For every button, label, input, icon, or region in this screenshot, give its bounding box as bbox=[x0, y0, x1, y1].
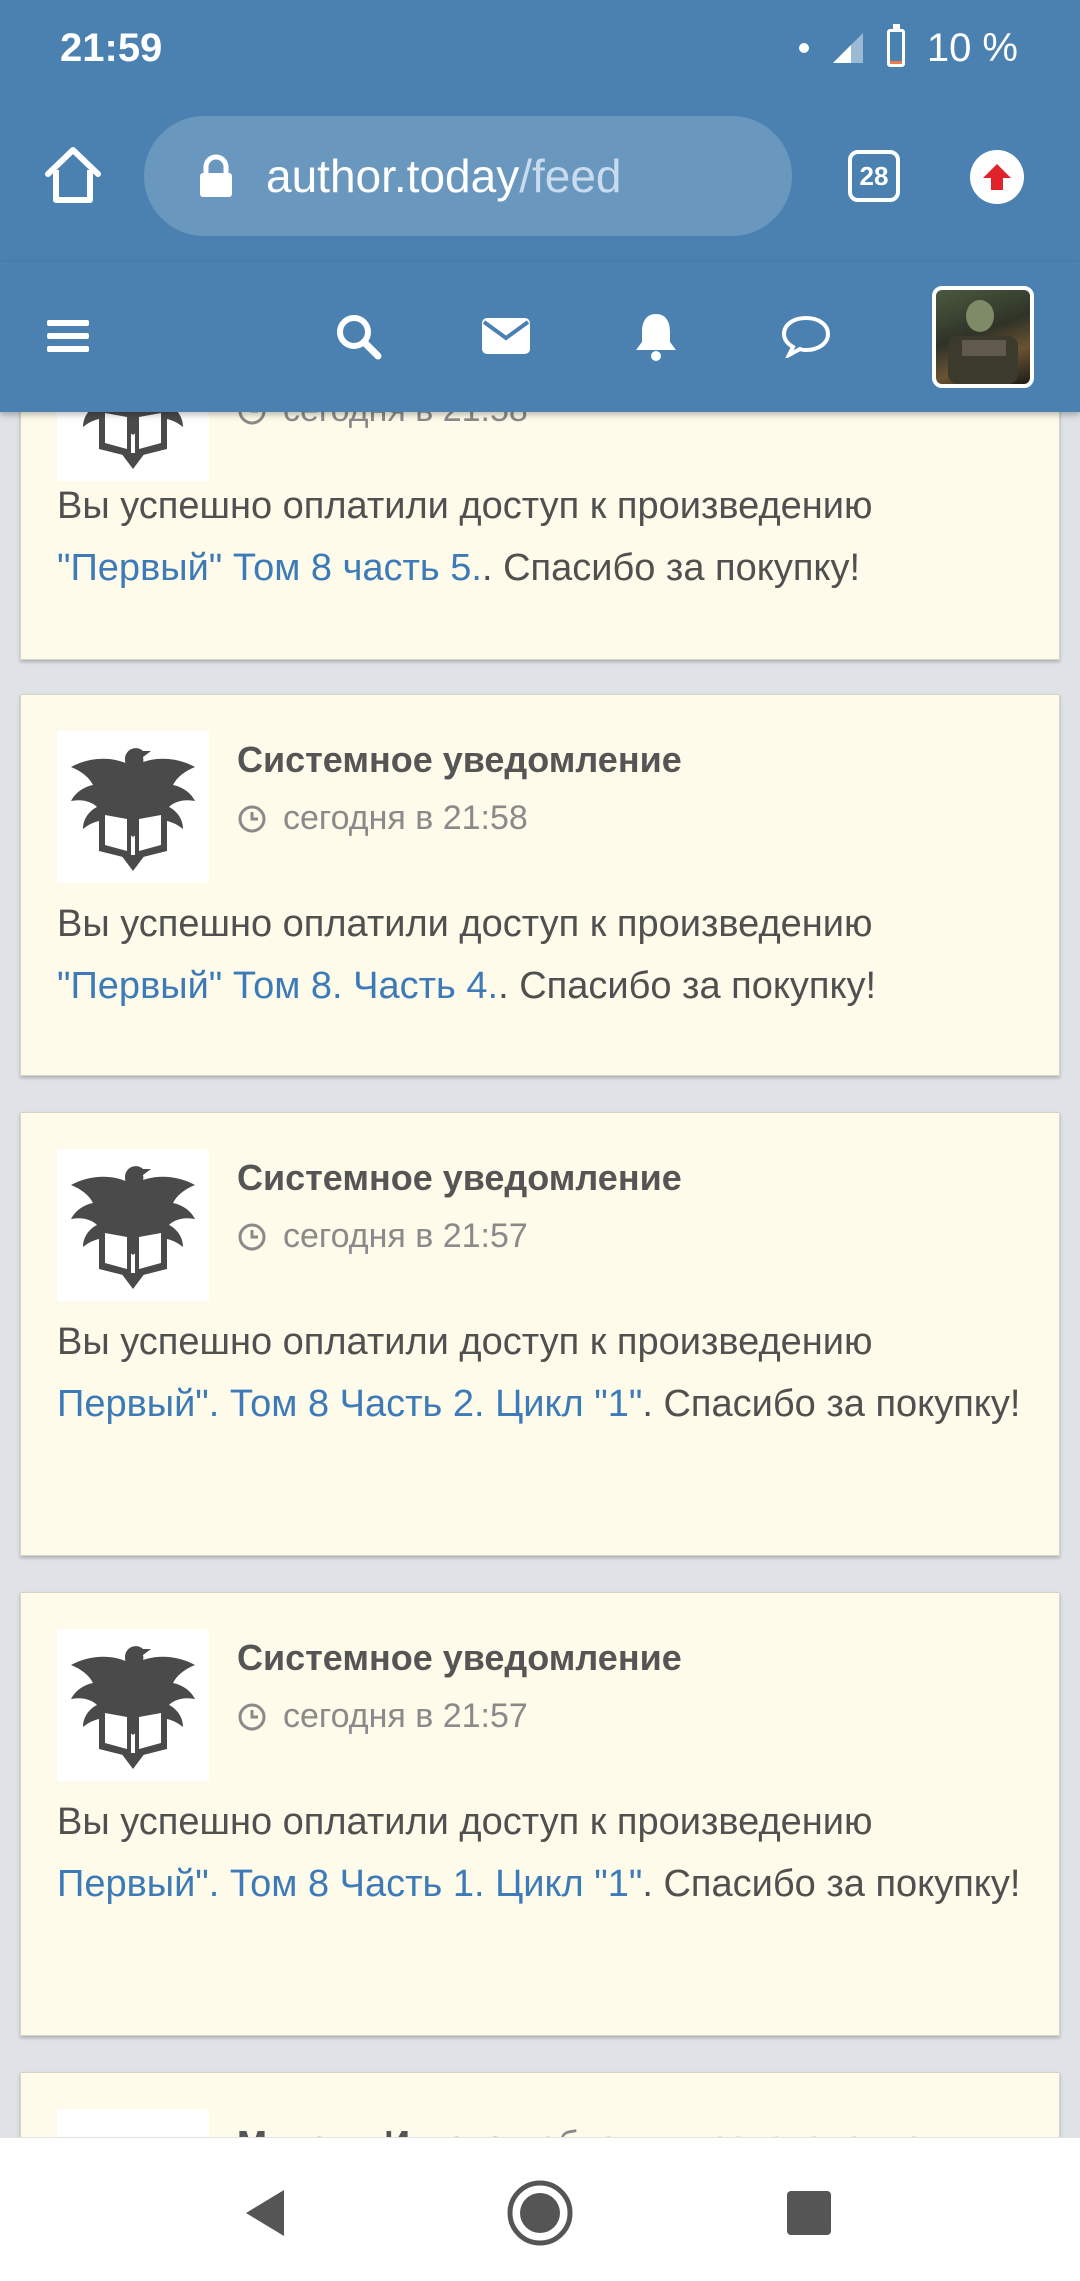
back-button[interactable] bbox=[230, 2178, 300, 2248]
work-link[interactable]: "Первый" Том 8 часть 5. bbox=[57, 547, 482, 589]
status-bar: 21:59 10 % bbox=[0, 0, 1080, 100]
mail-icon bbox=[482, 318, 530, 354]
card-author[interactable]: Михаил Игнатов обновил произведение bbox=[237, 2123, 924, 2137]
phoenix-book-logo bbox=[71, 412, 195, 469]
home-system-button[interactable] bbox=[505, 2178, 575, 2248]
card-body-prefix: Вы успешно оплатили доступ к произведени… bbox=[57, 1321, 873, 1363]
site-navbar bbox=[0, 262, 1080, 412]
card-time: сегодня в 21:57 bbox=[237, 1697, 528, 1736]
home-icon bbox=[45, 147, 101, 203]
system-avatar bbox=[57, 412, 209, 481]
url-host: author.today bbox=[266, 150, 520, 202]
system-nav-bar bbox=[0, 2137, 1080, 2281]
search-button[interactable] bbox=[328, 306, 388, 366]
feed: сегодня в 21:58 Вы успешно оплатили дост… bbox=[0, 412, 1080, 2137]
feed-card: Системное уведомление сегодня в 21:57 Вы… bbox=[20, 1112, 1060, 1556]
clock-icon bbox=[238, 805, 266, 832]
card-body-prefix: Вы успешно оплатили доступ к произведени… bbox=[57, 485, 873, 527]
card-body: Вы успешно оплатили доступ к произведени… bbox=[57, 1311, 1027, 1435]
tabs-button[interactable]: 28 bbox=[848, 150, 900, 202]
messages-button[interactable] bbox=[476, 306, 536, 366]
card-time: сегодня в 21:58 bbox=[237, 799, 528, 838]
clock-icon bbox=[238, 1223, 266, 1250]
feed-card: сегодня в 21:58 Вы успешно оплатили дост… bbox=[20, 412, 1060, 660]
card-body-suffix: . Спасибо за покупку! bbox=[481, 547, 860, 589]
notifications-button[interactable] bbox=[626, 306, 686, 366]
work-link[interactable]: Первый". Том 8 Часть 2. Цикл "1" bbox=[57, 1383, 642, 1425]
system-avatar bbox=[57, 1629, 209, 1781]
card-time: сегодня в 21:57 bbox=[237, 1217, 528, 1256]
system-avatar bbox=[57, 1149, 209, 1301]
feed-card: Системное уведомление сегодня в 21:58 Вы… bbox=[20, 694, 1060, 1076]
clock-icon bbox=[238, 412, 266, 424]
signal-icon bbox=[832, 33, 863, 63]
card-action: обновил произведение bbox=[528, 2123, 924, 2137]
lock-icon bbox=[200, 154, 232, 197]
phoenix-book-logo bbox=[71, 748, 195, 871]
user-avatar-small bbox=[57, 2109, 209, 2137]
phoenix-book-logo bbox=[71, 1646, 195, 1769]
card-author-name[interactable]: Михаил Игнатов bbox=[237, 2123, 528, 2137]
chat-icon bbox=[781, 315, 831, 358]
work-link[interactable]: Первый". Том 8 Часть 1. Цикл "1" bbox=[57, 1863, 642, 1905]
user-avatar[interactable] bbox=[932, 286, 1034, 388]
status-time: 21:59 bbox=[60, 26, 163, 70]
feed-card: Системное уведомление сегодня в 21:57 Вы… bbox=[20, 1592, 1060, 2036]
address-bar[interactable]: author.today/feed bbox=[144, 116, 792, 236]
card-body-suffix: . Спасибо за покупку! bbox=[498, 965, 877, 1007]
card-body-prefix: Вы успешно оплатили доступ к произведени… bbox=[57, 1801, 873, 1843]
battery-icon bbox=[886, 24, 905, 67]
address-bar-row: author.today/feed 28 bbox=[0, 112, 1080, 240]
phoenix-book-logo bbox=[71, 1166, 195, 1289]
card-body-suffix: . Спасибо за покупку! bbox=[642, 1863, 1021, 1905]
card-body: Вы успешно оплатили доступ к произведени… bbox=[57, 475, 1027, 599]
card-author[interactable]: Системное уведомление bbox=[237, 739, 682, 781]
card-time-text: сегодня в 21:58 bbox=[283, 799, 528, 837]
clock-icon bbox=[238, 1703, 266, 1730]
home-button[interactable] bbox=[38, 140, 108, 210]
card-time-text: сегодня в 21:57 bbox=[283, 1217, 528, 1255]
card-time-text: сегодня в 21:57 bbox=[283, 1697, 528, 1735]
feed-card: Михаил Игнатов обновил произведение bbox=[20, 2072, 1060, 2137]
notification-dot-icon bbox=[798, 43, 809, 53]
system-avatar bbox=[57, 731, 209, 883]
bell-icon bbox=[636, 314, 676, 361]
user-photo bbox=[948, 300, 1018, 384]
menu-icon bbox=[47, 320, 89, 352]
card-author[interactable]: Системное уведомление bbox=[237, 1637, 682, 1679]
browser-chrome: 21:59 10 % author.today/feed 28 bbox=[0, 0, 1080, 262]
recents-button[interactable] bbox=[774, 2178, 844, 2248]
home-circle-icon bbox=[507, 2180, 573, 2246]
card-body-prefix: Вы успешно оплатили доступ к произведени… bbox=[57, 903, 873, 945]
card-time-text: сегодня в 21:58 bbox=[283, 412, 528, 430]
chat-button[interactable] bbox=[776, 306, 836, 366]
card-body: Вы успешно оплатили доступ к произведени… bbox=[57, 893, 1027, 1017]
update-button[interactable] bbox=[970, 150, 1024, 204]
search-icon bbox=[337, 315, 382, 360]
recents-square-icon bbox=[787, 2191, 831, 2235]
work-link[interactable]: "Первый" Том 8. Часть 4. bbox=[57, 965, 498, 1007]
card-author[interactable]: Системное уведомление bbox=[237, 1157, 682, 1199]
menu-button[interactable] bbox=[38, 306, 98, 366]
arrow-up-icon bbox=[983, 164, 1011, 190]
back-triangle-icon bbox=[246, 2190, 284, 2236]
battery-percent: 10 % bbox=[926, 25, 1018, 70]
card-time: сегодня в 21:58 bbox=[237, 412, 528, 430]
tab-count: 28 bbox=[859, 160, 889, 191]
url-text: author.today/feed bbox=[266, 149, 622, 203]
status-indicators: 10 % bbox=[798, 24, 1018, 70]
url-path: /feed bbox=[519, 150, 622, 202]
card-body: Вы успешно оплатили доступ к произведени… bbox=[57, 1791, 1027, 1915]
card-body-suffix: . Спасибо за покупку! bbox=[642, 1383, 1021, 1425]
